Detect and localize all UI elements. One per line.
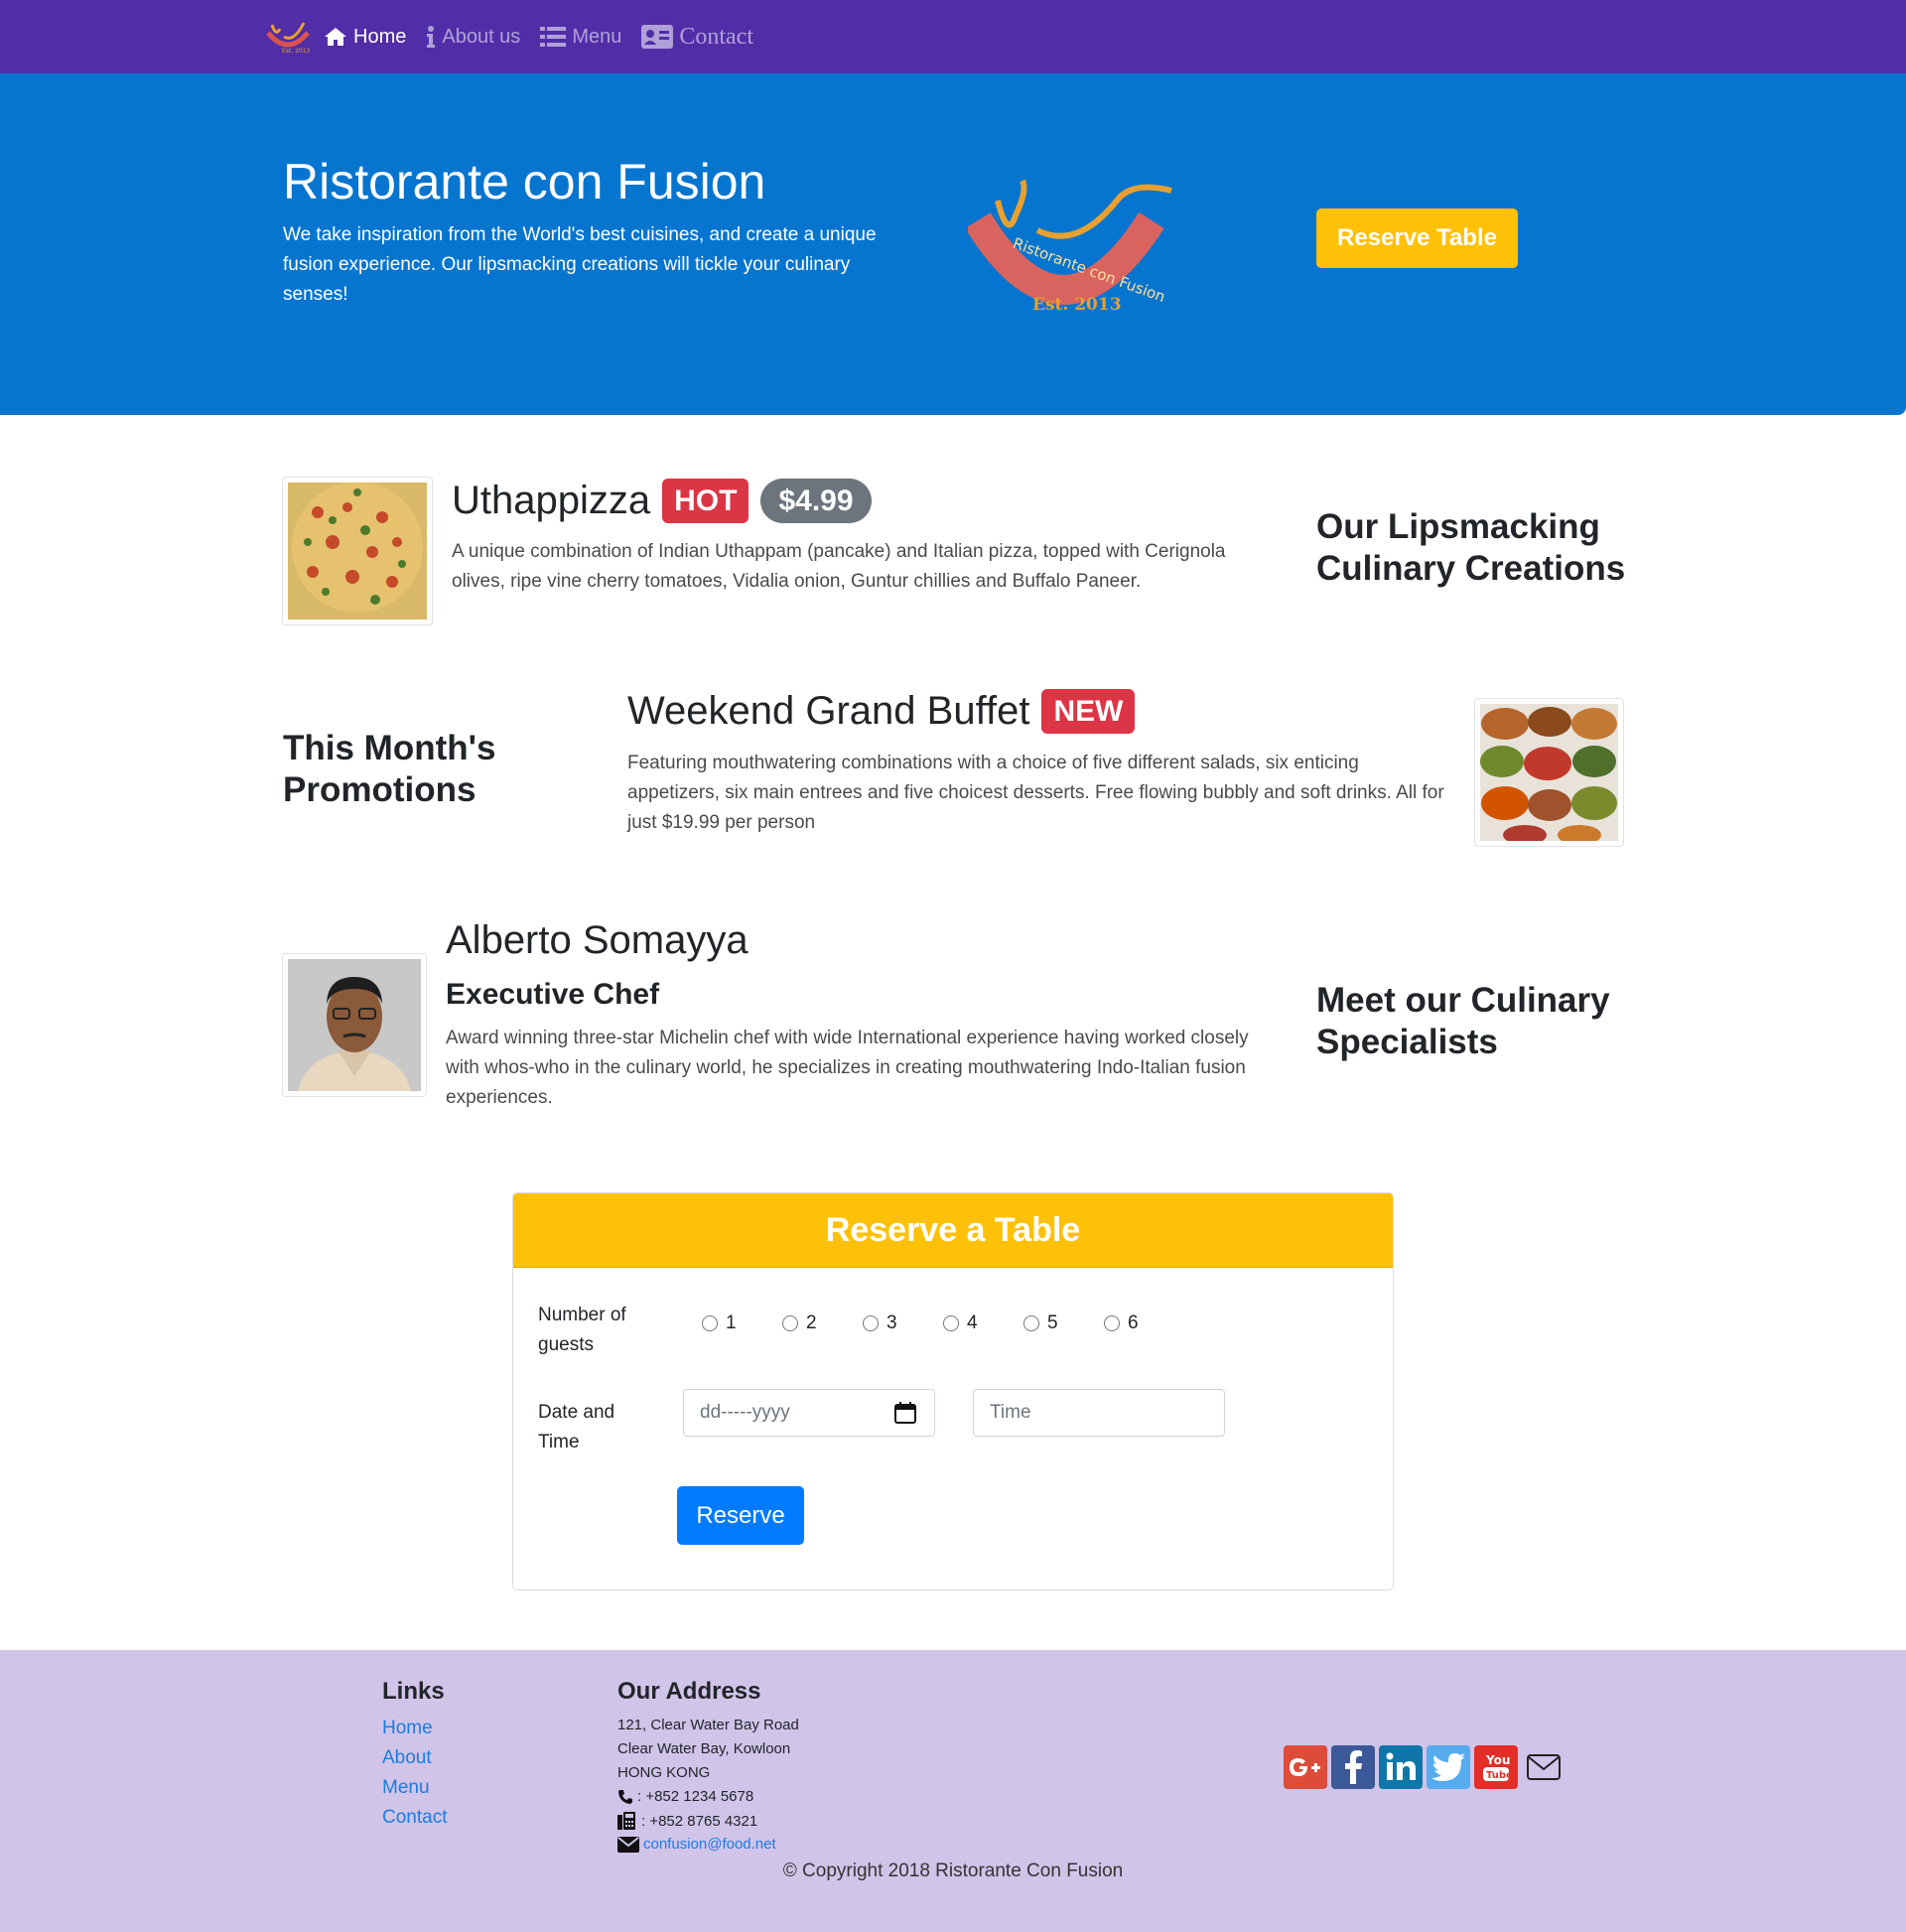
guest-option-2[interactable]: 2 (782, 1312, 863, 1334)
radio-circle[interactable] (863, 1315, 879, 1331)
dish-thumbnail (282, 477, 433, 625)
chef-designation: Executive Chef (446, 978, 660, 1011)
dish-title-row: Uthappizza HOT $4.99 (452, 479, 872, 523)
promotion-description: Featuring mouthwatering combinations wit… (627, 753, 1444, 833)
footer-link-contact[interactable]: Contact (382, 1807, 447, 1829)
social-links: You Tube (1284, 1745, 1569, 1789)
address-line-3: HONG KONG (617, 1764, 711, 1781)
chef-photo (282, 953, 427, 1097)
home-icon (324, 27, 347, 47)
list-icon (540, 27, 567, 47)
radio-circle[interactable] (1023, 1315, 1039, 1331)
datetime-label: Date and Time (538, 1402, 615, 1452)
calendar-icon[interactable] (894, 1402, 916, 1430)
copyright: © Copyright 2018 Ristorante Con Fusion (782, 1861, 1124, 1881)
date-input[interactable]: dd-----yyyy (683, 1389, 935, 1437)
radio-circle[interactable] (782, 1315, 798, 1331)
twitter-icon[interactable] (1427, 1745, 1470, 1789)
linkedin-icon[interactable] (1379, 1745, 1423, 1789)
email-row: confusion@food.net (617, 1836, 776, 1853)
svg-text:You: You (1485, 1753, 1510, 1767)
hot-badge: HOT (662, 479, 749, 523)
reserve-card: Reserve a Table Number of guests 1 2 3 4… (512, 1192, 1394, 1590)
nav-menu[interactable]: Menu (540, 26, 621, 49)
footer-link-menu[interactable]: Menu (382, 1777, 430, 1799)
phone-row: : +852 1234 5678 (617, 1788, 753, 1805)
svg-text:Est. 2013: Est. 2013 (1032, 295, 1122, 315)
nav-menu-label: Menu (572, 25, 622, 48)
jumbotron: Ristorante con Fusion We take inspiratio… (0, 73, 1906, 415)
svg-text:Tube: Tube (1486, 1770, 1512, 1781)
footer-link-home[interactable]: Home (382, 1718, 433, 1739)
footer: Links Home About Menu Contact Our Addres… (0, 1650, 1906, 1932)
guest-option-5[interactable]: 5 (1023, 1312, 1104, 1334)
new-badge: NEW (1041, 689, 1136, 734)
fax-number: : +852 8765 4321 (641, 1812, 758, 1830)
guest-option-6[interactable]: 6 (1104, 1312, 1184, 1334)
address-card-icon (641, 25, 674, 49)
intro-text: We take inspiration from the World's bes… (283, 224, 877, 305)
nav-contact[interactable]: Contact (641, 24, 753, 51)
promotions-heading: This Month's Promotions (283, 729, 496, 809)
chef-name: Alberto Somayya (446, 918, 749, 962)
email-link[interactable]: confusion@food.net (643, 1836, 776, 1853)
specialists-heading: Meet our Culinary Specialists (1316, 981, 1610, 1061)
envelope-icon (617, 1836, 639, 1853)
guest-option-3[interactable]: 3 (863, 1312, 943, 1334)
price-badge: $4.99 (760, 479, 872, 523)
restaurant-logo-icon[interactable]: Est. 2013 (262, 17, 314, 57)
chef-name-row: Alberto Somayya (446, 918, 749, 963)
footer-link-about[interactable]: About (382, 1747, 432, 1769)
youtube-icon[interactable]: You Tube (1474, 1745, 1518, 1789)
radio-circle[interactable] (1104, 1315, 1120, 1331)
nav-about-label: About us (442, 25, 521, 48)
guest-option-4[interactable]: 4 (943, 1312, 1023, 1334)
address-line-2: Clear Water Bay, Kowloon (617, 1740, 791, 1757)
promotion-title: Weekend Grand Buffet (627, 689, 1030, 733)
fax-icon (617, 1812, 637, 1830)
time-placeholder: Time (990, 1402, 1031, 1423)
nav-contact-label: Contact (679, 23, 753, 50)
facebook-icon[interactable] (1331, 1745, 1375, 1789)
time-input[interactable]: Time (973, 1389, 1225, 1437)
dish-title: Uthappizza (452, 479, 651, 522)
nav-home[interactable]: Home (324, 26, 406, 49)
fax-row: : +852 8765 4321 (617, 1812, 757, 1830)
dish-description: A unique combination of Indian Uthappam … (452, 541, 1226, 592)
nav-inner: Est. 2013 Home About us Menu Contact (262, 0, 773, 73)
reserve-table-button[interactable]: Reserve Table (1316, 208, 1518, 268)
radio-circle[interactable] (943, 1315, 959, 1331)
nav-about[interactable]: About us (426, 26, 520, 49)
address-line-1: 121, Clear Water Bay Road (617, 1717, 799, 1733)
promotion-title-row: Weekend Grand Buffet NEW (627, 689, 1136, 734)
date-placeholder: dd-----yyyy (700, 1402, 790, 1423)
google-plus-icon[interactable] (1284, 1745, 1327, 1789)
address-heading: Our Address (617, 1678, 761, 1705)
restaurant-logo: Ristorante con Fusion Est. 2013 (968, 179, 1172, 315)
links-heading: Links (382, 1678, 445, 1705)
guest-option-1[interactable]: 1 (702, 1312, 782, 1334)
guests-radio-group: 1 2 3 4 5 6 (702, 1312, 1184, 1334)
svg-text:Est. 2013: Est. 2013 (282, 48, 311, 55)
creations-heading: Our Lipsmacking Culinary Creations (1316, 507, 1626, 588)
reserve-submit-button[interactable]: Reserve (677, 1486, 804, 1545)
nav-home-label: Home (353, 25, 407, 48)
page-title: Ristorante con Fusion (283, 154, 766, 209)
info-icon (426, 26, 436, 48)
phone-number: : +852 1234 5678 (637, 1788, 754, 1805)
navbar: Est. 2013 Home About us Menu Contact (0, 0, 1906, 73)
radio-circle[interactable] (702, 1315, 718, 1331)
envelope-icon[interactable] (1522, 1745, 1566, 1789)
reserve-card-header: Reserve a Table (513, 1193, 1393, 1268)
guests-label: Number of guests (538, 1305, 626, 1355)
chef-description: Award winning three-star Michelin chef w… (446, 1028, 1249, 1108)
promotion-thumbnail (1474, 698, 1624, 847)
phone-icon (617, 1789, 633, 1805)
